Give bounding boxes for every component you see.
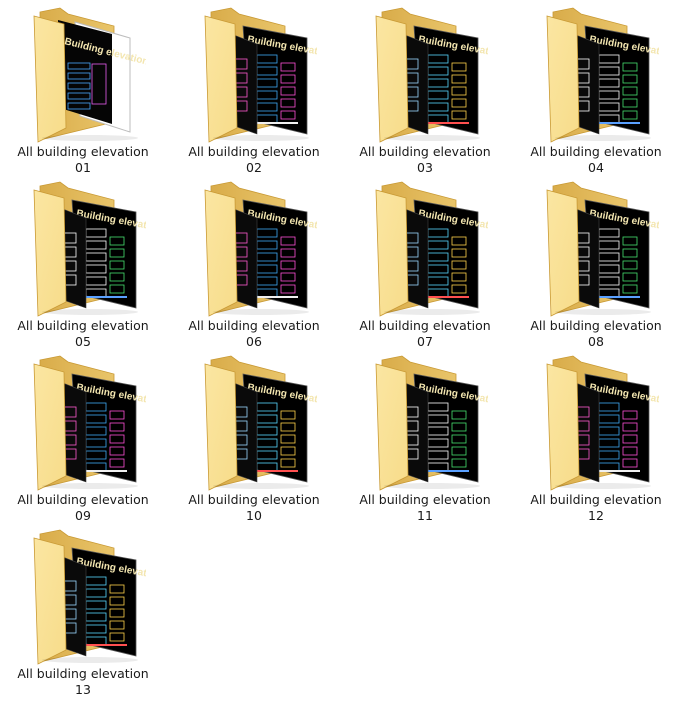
- folder-name-line2: 06: [246, 334, 262, 349]
- folder-item[interactable]: Building elevation All building elevatio…: [8, 178, 158, 349]
- folder-name-line2: 11: [417, 508, 433, 523]
- folder-icon[interactable]: Building elevation: [20, 4, 146, 144]
- folder-item[interactable]: Building elevation All building elevatio…: [8, 352, 158, 523]
- folder-item[interactable]: Building elevation All building elevatio…: [521, 178, 671, 349]
- folder-name-line1: All building elevation: [17, 666, 149, 681]
- folder-name[interactable]: All building elevation 07: [350, 318, 500, 350]
- folder-name[interactable]: All building elevation 08: [521, 318, 671, 350]
- folder-icon[interactable]: Building elevation: [362, 4, 488, 144]
- folder-name-line2: 03: [417, 160, 433, 175]
- folder-name-line1: All building elevation: [359, 318, 491, 333]
- folder-icon[interactable]: Building elevation: [362, 352, 488, 492]
- folder-icon[interactable]: Building elevation: [533, 178, 659, 318]
- folder-item[interactable]: Building elevation All building elevatio…: [179, 4, 329, 175]
- folder-name-line1: All building elevation: [188, 144, 320, 159]
- folder-icon[interactable]: Building elevation: [20, 178, 146, 318]
- folder-name[interactable]: All building elevation 09: [8, 492, 158, 524]
- folder-name[interactable]: All building elevation 02: [179, 144, 329, 176]
- folder-name-line1: All building elevation: [17, 492, 149, 507]
- folder-item[interactable]: Building elevation All building elevatio…: [521, 4, 671, 175]
- folder-item[interactable]: Building elevation All building elevatio…: [350, 4, 500, 175]
- folder-name-line1: All building elevation: [188, 318, 320, 333]
- folder-name-line1: All building elevation: [359, 144, 491, 159]
- folder-name-line2: 12: [588, 508, 604, 523]
- folder-item[interactable]: Building elevation All building elevatio…: [179, 178, 329, 349]
- folder-name-line1: All building elevation: [530, 492, 662, 507]
- folder-icon[interactable]: Building elevation: [533, 352, 659, 492]
- folder-icon[interactable]: Building elevation: [20, 526, 146, 666]
- folder-grid: Building elevation All building elevatio…: [0, 0, 685, 702]
- folder-name-line1: All building elevation: [188, 492, 320, 507]
- folder-name[interactable]: All building elevation 04: [521, 144, 671, 176]
- folder-icon[interactable]: Building elevation: [191, 4, 317, 144]
- folder-icon[interactable]: Building elevation: [362, 178, 488, 318]
- folder-name-line2: 08: [588, 334, 604, 349]
- folder-name[interactable]: All building elevation 01: [8, 144, 158, 176]
- folder-icon[interactable]: Building elevation: [191, 352, 317, 492]
- folder-name[interactable]: All building elevation 12: [521, 492, 671, 524]
- folder-name-line2: 04: [588, 160, 604, 175]
- folder-item[interactable]: Building elevation All building elevatio…: [8, 4, 158, 175]
- folder-name-line1: All building elevation: [17, 318, 149, 333]
- folder-name-line2: 07: [417, 334, 433, 349]
- folder-name-line2: 09: [75, 508, 91, 523]
- folder-name-line1: All building elevation: [359, 492, 491, 507]
- folder-item[interactable]: Building elevation All building elevatio…: [8, 526, 158, 697]
- folder-name-line2: 01: [75, 160, 91, 175]
- folder-item[interactable]: Building elevation All building elevatio…: [350, 178, 500, 349]
- folder-icon[interactable]: Building elevation: [191, 178, 317, 318]
- folder-name-line1: All building elevation: [530, 318, 662, 333]
- folder-item[interactable]: Building elevation All building elevatio…: [521, 352, 671, 523]
- folder-icon[interactable]: Building elevation: [20, 352, 146, 492]
- folder-name[interactable]: All building elevation 10: [179, 492, 329, 524]
- folder-name[interactable]: All building elevation 06: [179, 318, 329, 350]
- folder-item[interactable]: Building elevation All building elevatio…: [179, 352, 329, 523]
- folder-icon[interactable]: Building elevation: [533, 4, 659, 144]
- folder-name-line2: 13: [75, 682, 91, 697]
- folder-name-line2: 05: [75, 334, 91, 349]
- folder-name-line1: All building elevation: [530, 144, 662, 159]
- folder-name[interactable]: All building elevation 03: [350, 144, 500, 176]
- folder-name-line2: 10: [246, 508, 262, 523]
- folder-item[interactable]: Building elevation All building elevatio…: [350, 352, 500, 523]
- folder-name[interactable]: All building elevation 13: [8, 666, 158, 698]
- folder-name-line1: All building elevation: [17, 144, 149, 159]
- folder-name[interactable]: All building elevation 05: [8, 318, 158, 350]
- folder-name-line2: 02: [246, 160, 262, 175]
- folder-name[interactable]: All building elevation 11: [350, 492, 500, 524]
